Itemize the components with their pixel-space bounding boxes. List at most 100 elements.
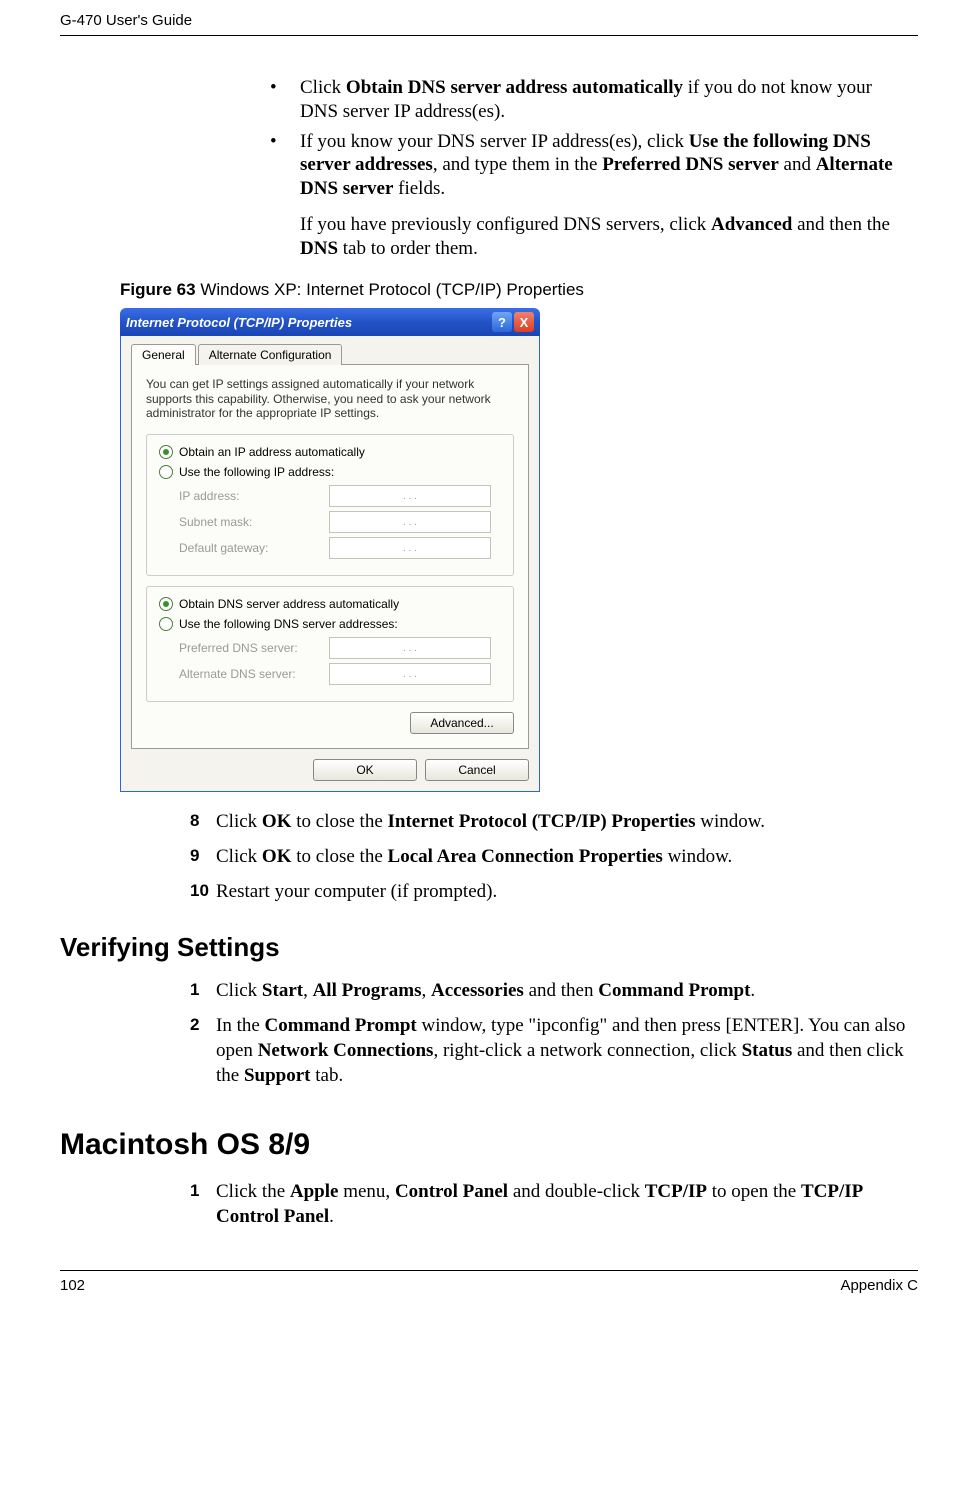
text: Click — [216, 811, 262, 832]
step-9: 9 Click OK to close the Local Area Conne… — [190, 845, 908, 870]
radio-icon — [159, 465, 173, 479]
radio-label: Obtain DNS server address automatically — [179, 597, 399, 611]
input-ip-address[interactable]: . . . — [329, 485, 491, 507]
heading-verifying-settings: Verifying Settings — [60, 932, 918, 963]
text-bold: Command Prompt — [598, 980, 750, 1001]
radio-label: Use the following DNS server addresses: — [179, 617, 398, 631]
radio-icon — [159, 445, 173, 459]
input-alternate-dns[interactable]: . . . — [329, 663, 491, 685]
text-bold: Accessories — [431, 980, 524, 1001]
step-number: 10 — [190, 880, 216, 905]
page-header: G-470 User's Guide — [60, 0, 918, 36]
close-button[interactable]: X — [514, 312, 534, 332]
text: menu, — [338, 1181, 394, 1202]
step-8: 8 Click OK to close the Internet Protoco… — [190, 810, 908, 835]
cancel-button[interactable]: Cancel — [425, 759, 529, 781]
step-number: 9 — [190, 845, 216, 870]
mac-step-1: 1 Click the Apple menu, Control Panel an… — [190, 1180, 908, 1229]
close-icon: X — [520, 315, 529, 330]
text: In the — [216, 1015, 265, 1036]
ip-address-group: Obtain an IP address automatically Use t… — [146, 434, 514, 576]
text: tab to order them. — [338, 238, 478, 259]
text: , and type them in the — [433, 154, 602, 175]
step-number: 1 — [190, 979, 216, 1004]
tab-general[interactable]: General — [131, 344, 196, 365]
label-subnet-mask: Subnet mask: — [179, 515, 329, 529]
bullet-marker: • — [270, 130, 300, 201]
text-bold: Internet Protocol (TCP/IP) Properties — [388, 811, 696, 832]
dialog-title: Internet Protocol (TCP/IP) Properties — [126, 315, 490, 330]
footer-right: Appendix C — [840, 1277, 918, 1294]
text-bold: Network Connections — [258, 1040, 434, 1061]
step-number: 2 — [190, 1014, 216, 1088]
text: If you know your DNS server IP address(e… — [300, 131, 689, 152]
text: and then — [524, 980, 598, 1001]
text-bold: Start — [262, 980, 303, 1001]
radio-obtain-ip-auto[interactable]: Obtain an IP address automatically — [159, 445, 501, 459]
radio-obtain-dns-auto[interactable]: Obtain DNS server address automatically — [159, 597, 501, 611]
input-default-gateway[interactable]: . . . — [329, 537, 491, 559]
radio-use-following-ip[interactable]: Use the following IP address: — [159, 465, 501, 479]
header-left: G-470 User's Guide — [60, 12, 192, 29]
text-bold: Local Area Connection Properties — [388, 846, 663, 867]
text: tab. — [311, 1065, 344, 1086]
verify-step-1: 1 Click Start, All Programs, Accessories… — [190, 979, 908, 1004]
text-bold: OK — [262, 846, 292, 867]
text: Click the — [216, 1181, 290, 1202]
text: . — [750, 980, 755, 1001]
figure-label: Figure 63 — [120, 280, 196, 299]
tab-alternate-configuration[interactable]: Alternate Configuration — [198, 344, 343, 365]
text: to open the — [707, 1181, 801, 1202]
text: window. — [663, 846, 733, 867]
text: , right-click a network connection, clic… — [433, 1040, 741, 1061]
text-bold: Command Prompt — [265, 1015, 417, 1036]
text: fields. — [393, 178, 445, 199]
radio-icon — [159, 597, 173, 611]
text-bold: Status — [742, 1040, 793, 1061]
input-preferred-dns[interactable]: . . . — [329, 637, 491, 659]
dialog-tcpip-properties: Internet Protocol (TCP/IP) Properties ? … — [120, 308, 540, 792]
figure-caption: Figure 63 Windows XP: Internet Protocol … — [120, 280, 918, 300]
text: to close the — [291, 811, 387, 832]
text-bold: Apple — [290, 1181, 339, 1202]
label-preferred-dns: Preferred DNS server: — [179, 641, 329, 655]
text-bold: OK — [262, 811, 292, 832]
text: , — [303, 980, 313, 1001]
label-ip-address: IP address: — [179, 489, 329, 503]
help-icon: ? — [498, 315, 506, 330]
text-bold: Preferred DNS server — [602, 154, 779, 175]
step-number: 1 — [190, 1180, 216, 1229]
text: Click — [216, 846, 262, 867]
input-subnet-mask[interactable]: . . . — [329, 511, 491, 533]
dns-group: Obtain DNS server address automatically … — [146, 586, 514, 702]
heading-macintosh-os: Macintosh OS 8/9 — [60, 1128, 918, 1162]
radio-label: Use the following IP address: — [179, 465, 334, 479]
text-bold: Obtain DNS server address automatically — [346, 77, 683, 98]
paragraph: If you have previously configured DNS se… — [300, 213, 908, 261]
step-number: 8 — [190, 810, 216, 835]
text-bold: Advanced — [711, 214, 792, 235]
bullet-item: • If you know your DNS server IP address… — [270, 130, 908, 201]
radio-icon — [159, 617, 173, 631]
radio-label: Obtain an IP address automatically — [179, 445, 365, 459]
text: Restart your computer (if prompted). — [216, 881, 497, 902]
dialog-titlebar: Internet Protocol (TCP/IP) Properties ? … — [120, 308, 540, 336]
text: and then the — [792, 214, 890, 235]
help-button[interactable]: ? — [492, 312, 512, 332]
text: . — [329, 1206, 334, 1227]
radio-use-following-dns[interactable]: Use the following DNS server addresses: — [159, 617, 501, 631]
text: Click — [300, 77, 346, 98]
text: and — [779, 154, 816, 175]
text: window. — [695, 811, 765, 832]
text-bold: All Programs — [313, 980, 422, 1001]
text-bold: Support — [244, 1065, 311, 1086]
page-footer: 102 Appendix C — [60, 1270, 918, 1314]
bullet-marker: • — [270, 76, 300, 124]
verify-step-2: 2 In the Command Prompt window, type "ip… — [190, 1014, 908, 1088]
advanced-button[interactable]: Advanced... — [410, 712, 514, 734]
text-bold: DNS — [300, 238, 338, 259]
ok-button[interactable]: OK — [313, 759, 417, 781]
text: , — [421, 980, 431, 1001]
text-bold: Control Panel — [395, 1181, 508, 1202]
step-10: 10 Restart your computer (if prompted). — [190, 880, 908, 905]
